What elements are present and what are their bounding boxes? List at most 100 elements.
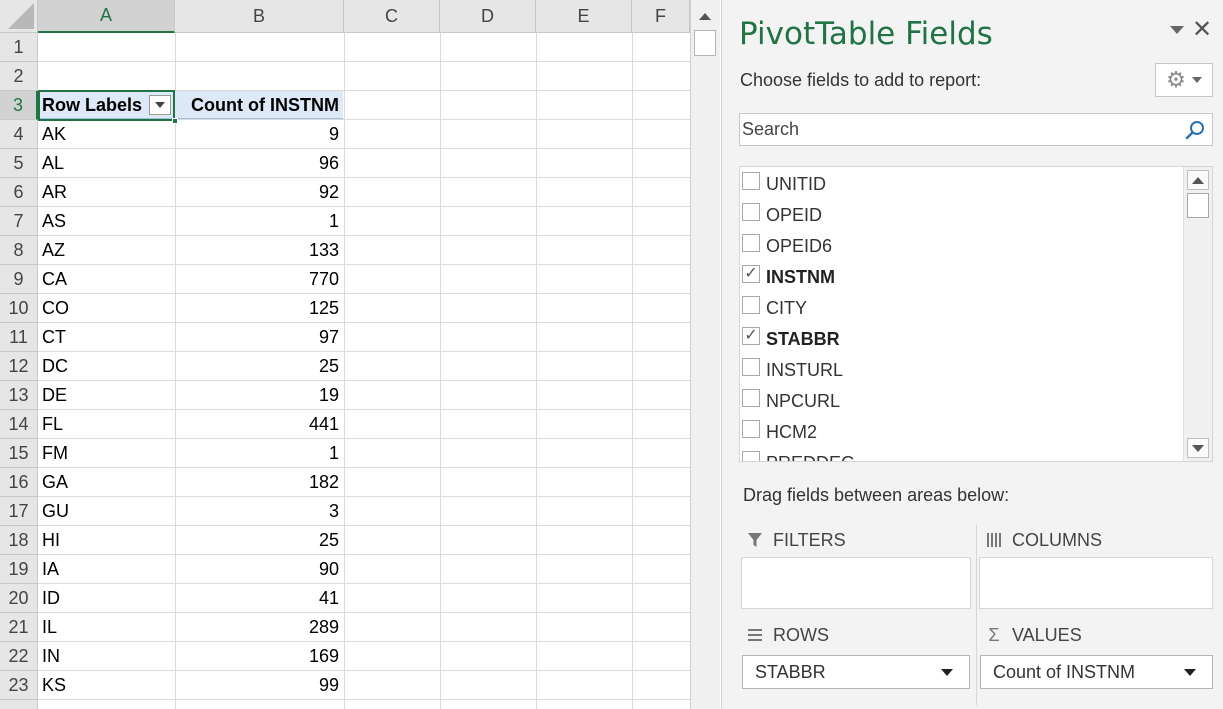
- filters-drop-zone[interactable]: [741, 557, 971, 609]
- row-header-9[interactable]: 9: [0, 265, 38, 294]
- column-header-a[interactable]: A: [38, 0, 175, 33]
- row-header-3[interactable]: 3: [0, 91, 38, 120]
- cell-a7[interactable]: AS: [39, 207, 173, 236]
- column-header-f[interactable]: F: [632, 0, 690, 33]
- row-header-23[interactable]: 23: [0, 671, 38, 700]
- chevron-down-icon[interactable]: [1184, 669, 1196, 676]
- cell-a11[interactable]: CT: [39, 323, 173, 352]
- cell-a13[interactable]: DE: [39, 381, 173, 410]
- row-header-7[interactable]: 7: [0, 207, 38, 236]
- cell-b18[interactable]: 25: [175, 526, 342, 555]
- cell-a8[interactable]: AZ: [39, 236, 173, 265]
- sheet-vertical-scrollbar[interactable]: [690, 0, 720, 709]
- cell-b14[interactable]: 441: [175, 410, 342, 439]
- worksheet[interactable]: ABCDEF 1 2 3 4 5 6 7 8 9 10 11 12 13 14 15 16 17 18 19 20 21…: [0, 0, 690, 709]
- checkbox-checked-icon[interactable]: ✓: [742, 327, 760, 345]
- scroll-up-button[interactable]: [695, 6, 715, 26]
- cell-a17[interactable]: GU: [39, 497, 173, 526]
- cell-b7[interactable]: 1: [175, 207, 342, 236]
- search-box[interactable]: [739, 113, 1213, 146]
- cell-b10[interactable]: 125: [175, 294, 342, 323]
- cell-a16[interactable]: GA: [39, 468, 173, 497]
- scroll-down-button[interactable]: [1187, 438, 1209, 458]
- row-labels-filter-button[interactable]: [149, 95, 171, 115]
- cell-b5[interactable]: 96: [175, 149, 342, 178]
- cell-b9[interactable]: 770: [175, 265, 342, 294]
- cell-a18[interactable]: HI: [39, 526, 173, 555]
- cell-b13[interactable]: 19: [175, 381, 342, 410]
- cell-a4[interactable]: AK: [39, 120, 173, 149]
- select-all-corner[interactable]: [0, 0, 38, 33]
- checkbox-icon[interactable]: [742, 234, 760, 252]
- scroll-up-button[interactable]: [1187, 170, 1209, 190]
- cell-a5[interactable]: AL: [39, 149, 173, 178]
- cell-a22[interactable]: IN: [39, 642, 173, 671]
- cell-b6[interactable]: 92: [175, 178, 342, 207]
- cell-a14[interactable]: FL: [39, 410, 173, 439]
- values-field-pill[interactable]: Count of INSTNM: [980, 655, 1213, 689]
- row-header-4[interactable]: 4: [0, 120, 38, 149]
- row-header-5[interactable]: 5: [0, 149, 38, 178]
- cell-b11[interactable]: 97: [175, 323, 342, 352]
- cell-b2[interactable]: [175, 62, 342, 91]
- cell-a15[interactable]: FM: [39, 439, 173, 468]
- row-header-17[interactable]: 17: [0, 497, 38, 526]
- cell-a19[interactable]: IA: [39, 555, 173, 584]
- row-header-12[interactable]: 12: [0, 352, 38, 381]
- row-header-15[interactable]: 15: [0, 439, 38, 468]
- cell-a2[interactable]: [39, 62, 173, 91]
- checkbox-icon[interactable]: [742, 389, 760, 407]
- field-item-city[interactable]: CITY: [740, 294, 1180, 325]
- pivot-header-count[interactable]: Count of INSTNM: [175, 91, 342, 120]
- row-header-1[interactable]: 1: [0, 33, 38, 62]
- cell-a12[interactable]: DC: [39, 352, 173, 381]
- field-list-scrollbar[interactable]: [1183, 167, 1212, 461]
- checkbox-icon[interactable]: [742, 451, 760, 461]
- row-header-16[interactable]: 16: [0, 468, 38, 497]
- columns-drop-zone[interactable]: [979, 557, 1213, 609]
- row-header-8[interactable]: 8: [0, 236, 38, 265]
- checkbox-icon[interactable]: [742, 358, 760, 376]
- column-header-d[interactable]: D: [440, 0, 536, 33]
- cell-b17[interactable]: 3: [175, 497, 342, 526]
- row-header-partial[interactable]: [0, 700, 38, 709]
- cell-b22[interactable]: 169: [175, 642, 342, 671]
- field-item-insturl[interactable]: INSTURL: [740, 356, 1180, 387]
- field-item-opeid6[interactable]: OPEID6: [740, 232, 1180, 263]
- cell-a10[interactable]: CO: [39, 294, 173, 323]
- search-icon[interactable]: [1184, 119, 1206, 141]
- row-header-11[interactable]: 11: [0, 323, 38, 352]
- row-header-18[interactable]: 18: [0, 526, 38, 555]
- row-header-20[interactable]: 20: [0, 584, 38, 613]
- cell-a20[interactable]: ID: [39, 584, 173, 613]
- field-item-preddeg[interactable]: PREDDEG: [740, 449, 1180, 461]
- cell-b21[interactable]: 289: [175, 613, 342, 642]
- checkbox-icon[interactable]: [742, 296, 760, 314]
- field-item-stabbr[interactable]: ✓ STABBR: [740, 325, 1180, 356]
- close-icon[interactable]: ✕: [1192, 16, 1212, 44]
- chevron-down-icon[interactable]: [941, 669, 953, 676]
- cell-b23[interactable]: 99: [175, 671, 342, 700]
- tools-button[interactable]: ⚙: [1155, 63, 1213, 97]
- field-item-opeid[interactable]: OPEID: [740, 201, 1180, 232]
- cell-b8[interactable]: 133: [175, 236, 342, 265]
- cell-b1[interactable]: [175, 33, 342, 62]
- cell-a23[interactable]: KS: [39, 671, 173, 700]
- column-header-c[interactable]: C: [344, 0, 440, 33]
- row-header-22[interactable]: 22: [0, 642, 38, 671]
- fill-handle[interactable]: [172, 118, 178, 124]
- checkbox-icon[interactable]: [742, 172, 760, 190]
- checkbox-icon[interactable]: [742, 420, 760, 438]
- pane-options-menu-icon[interactable]: [1170, 26, 1184, 34]
- field-list[interactable]: UNITID OPEID OPEID6 ✓ INSTNM CITY ✓ STABBR INSTU…: [739, 166, 1213, 462]
- row-header-6[interactable]: 6: [0, 178, 38, 207]
- cell-a21[interactable]: IL: [39, 613, 173, 642]
- field-item-instnm[interactable]: ✓ INSTNM: [740, 263, 1180, 294]
- scroll-thumb[interactable]: [694, 30, 716, 56]
- cell-b12[interactable]: 25: [175, 352, 342, 381]
- row-header-2[interactable]: 2: [0, 62, 38, 91]
- cell-a9[interactable]: CA: [39, 265, 173, 294]
- cell-a6[interactable]: AR: [39, 178, 173, 207]
- row-header-13[interactable]: 13: [0, 381, 38, 410]
- cell-b15[interactable]: 1: [175, 439, 342, 468]
